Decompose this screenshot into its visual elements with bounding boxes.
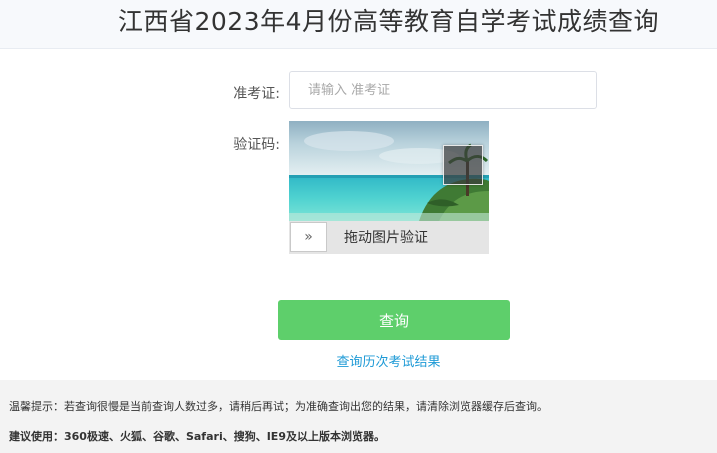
slider-hint: 拖动图片验证 [344,230,428,246]
ticket-label: 准考证: [233,86,280,102]
ticket-number-input[interactable] [289,71,597,109]
slider-track[interactable]: » 拖动图片验证 [289,221,489,254]
tip-text: 温馨提示：若查询很慢是当前查询人数过多，请稍后再试；为准确查询出您的结果，请清除… [9,400,548,413]
query-button[interactable]: 查询 [278,300,510,340]
header: 江西省2023年4月份高等教育自学考试成绩查询 [0,0,717,49]
history-results-link[interactable]: 查询历次考试结果 [0,351,717,370]
footer: 温馨提示：若查询很慢是当前查询人数过多，请稍后再试；为准确查询出您的结果，请清除… [0,380,717,453]
page-title: 江西省2023年4月份高等教育自学考试成绩查询 [117,7,660,36]
captcha-label: 验证码: [233,137,280,153]
captcha-widget[interactable]: » 拖动图片验证 [289,121,489,254]
browser-recommendation: 建议使用：360极速、火狐、谷歌、Safari、搜狗、IE9及以上版本浏览器。 [9,430,385,443]
captcha-puzzle-slot [443,145,483,185]
page: 江西省2023年4月份高等教育自学考试成绩查询 准考证: 验证码: [0,0,717,453]
double-chevron-right-icon[interactable]: » [290,222,327,252]
